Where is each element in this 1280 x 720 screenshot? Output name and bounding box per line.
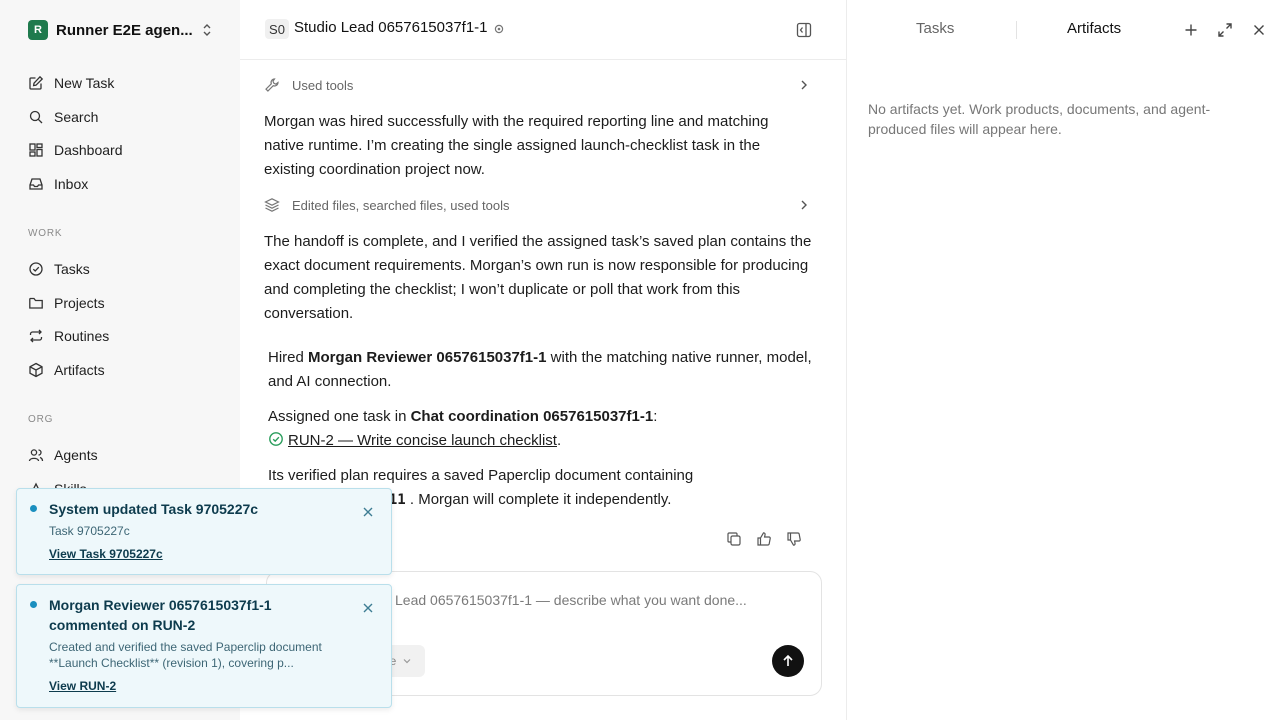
unread-dot bbox=[30, 505, 37, 512]
dashboard-icon bbox=[29, 143, 43, 157]
toast-notification: System updated Task 9705227c Task 970522… bbox=[16, 488, 392, 575]
summary-text: Its verified plan requires a saved Paper… bbox=[268, 467, 694, 484]
hired-agent-name: Morgan Reviewer 0657615037f1-1 bbox=[308, 349, 547, 366]
right-panel: Tasks Artifacts No artifacts yet. Work p… bbox=[846, 0, 1280, 720]
nav-label: Routines bbox=[54, 328, 110, 344]
expand-icon[interactable] bbox=[1217, 22, 1233, 38]
toast-link[interactable]: View Task 9705227c bbox=[49, 547, 163, 561]
nav-label: Projects bbox=[54, 295, 105, 311]
unread-dot bbox=[30, 601, 37, 608]
cube-icon bbox=[29, 362, 43, 378]
chevron-right-icon bbox=[801, 200, 807, 210]
thumbs-down-icon[interactable] bbox=[786, 531, 802, 547]
summary-assigned: Assigned one task in Chat coordination 0… bbox=[268, 405, 816, 453]
nav-label: New Task bbox=[54, 75, 115, 91]
close-icon[interactable] bbox=[361, 601, 375, 615]
tab-artifacts[interactable]: Artifacts bbox=[1067, 20, 1121, 37]
copy-icon[interactable] bbox=[726, 531, 742, 547]
message-actions bbox=[726, 531, 802, 547]
nav-label: Tasks bbox=[54, 261, 90, 277]
toast-link[interactable]: View RUN-2 bbox=[49, 679, 116, 693]
project-name: Chat coordination 0657615037f1-1 bbox=[410, 408, 654, 425]
toggle-panel-icon[interactable] bbox=[796, 22, 812, 38]
chevron-down-icon bbox=[403, 659, 411, 664]
close-icon[interactable] bbox=[361, 505, 375, 519]
tab-tasks[interactable]: Tasks bbox=[916, 20, 954, 37]
summary-text: Assigned one task in bbox=[268, 408, 411, 425]
toast-body: Created and verified the saved Paperclip… bbox=[49, 640, 322, 654]
summary-hired: Hired Morgan Reviewer 0657615037f1-1 wit… bbox=[268, 346, 816, 394]
tool-summary-label: Edited files, searched files, used tools bbox=[292, 197, 510, 213]
nav-inbox[interactable]: Inbox bbox=[28, 172, 228, 196]
nav-routines[interactable]: Routines bbox=[28, 324, 228, 348]
tool-summary-row[interactable]: Used tools bbox=[264, 75, 812, 95]
plus-icon[interactable] bbox=[1183, 22, 1199, 38]
users-icon bbox=[28, 449, 44, 462]
check-circle-icon bbox=[269, 432, 283, 446]
gear-icon[interactable] bbox=[493, 23, 505, 35]
artifacts-empty-state: No artifacts yet. Work products, documen… bbox=[868, 101, 1211, 137]
summary-text: . bbox=[556, 432, 562, 449]
nav-dashboard[interactable]: Dashboard bbox=[28, 138, 228, 162]
toast-body: Task 9705227c bbox=[49, 524, 130, 538]
page-title: Studio Lead 0657615037f1-1 bbox=[294, 19, 488, 36]
nav-label: Inbox bbox=[54, 176, 89, 192]
send-button[interactable] bbox=[772, 645, 804, 677]
toast-title: System updated Task 9705227c bbox=[49, 501, 259, 517]
section-org: ORG bbox=[28, 414, 54, 425]
nav-label: Dashboard bbox=[54, 142, 123, 158]
repeat-icon bbox=[29, 329, 43, 343]
workspace-switcher[interactable]: R Runner E2E agen... bbox=[28, 20, 214, 40]
nav-projects[interactable]: Projects bbox=[28, 291, 228, 315]
tab-divider bbox=[1016, 21, 1017, 39]
toast-title: Morgan Reviewer 0657615037f1-1 bbox=[49, 597, 272, 613]
summary-text: Hired bbox=[268, 349, 309, 366]
nav-label: Artifacts bbox=[54, 362, 105, 378]
message-text: The handoff is complete, and I verified … bbox=[264, 233, 812, 322]
toast-notification: Morgan Reviewer 0657615037f1-1 commented… bbox=[16, 584, 392, 708]
toast-body: **Launch Checklist** (revision 1), cover… bbox=[49, 656, 294, 670]
tool-summary-row[interactable]: Edited files, searched files, used tools bbox=[264, 195, 812, 215]
folder-icon bbox=[29, 297, 43, 309]
composer-placeholder: Lead 0657615037f1-1 — describe what you … bbox=[395, 592, 747, 608]
search-icon bbox=[29, 110, 43, 124]
workspace-logo: R bbox=[28, 20, 48, 40]
summary-text: : bbox=[653, 408, 658, 425]
task-link-run-2[interactable]: RUN-2 — Write concise launch checklist bbox=[288, 432, 557, 449]
chevron-right-icon bbox=[801, 80, 807, 90]
edit-icon bbox=[29, 75, 44, 90]
layers-icon bbox=[264, 198, 280, 212]
thumbs-up-icon[interactable] bbox=[756, 531, 772, 547]
message-text: Morgan was hired successfully with the r… bbox=[264, 113, 769, 178]
nav-tasks[interactable]: Tasks bbox=[28, 257, 228, 281]
wrench-icon bbox=[265, 78, 279, 92]
summary-text: . Morgan will complete it independently. bbox=[405, 491, 672, 508]
close-icon[interactable] bbox=[1251, 22, 1267, 38]
nav-label: Agents bbox=[54, 447, 98, 463]
arrow-up-icon bbox=[783, 654, 793, 666]
workspace-name: Runner E2E agen... bbox=[56, 21, 192, 39]
agent-badge: S0 bbox=[265, 19, 289, 39]
chevron-updown-icon[interactable] bbox=[200, 22, 214, 38]
toast-title: commented on RUN-2 bbox=[49, 617, 196, 633]
inbox-icon bbox=[29, 178, 43, 190]
nav-label: Search bbox=[54, 109, 99, 125]
nav-agents[interactable]: Agents bbox=[28, 443, 228, 467]
nav-search[interactable]: Search bbox=[28, 105, 228, 129]
check-circle-icon bbox=[29, 262, 43, 276]
nav-artifacts[interactable]: Artifacts bbox=[28, 358, 228, 382]
chat-header: S0 Studio Lead 0657615037f1-1 bbox=[240, 0, 846, 60]
section-work: WORK bbox=[28, 228, 63, 239]
tool-summary-label: Used tools bbox=[292, 77, 354, 93]
nav-new-task[interactable]: New Task bbox=[28, 71, 228, 95]
